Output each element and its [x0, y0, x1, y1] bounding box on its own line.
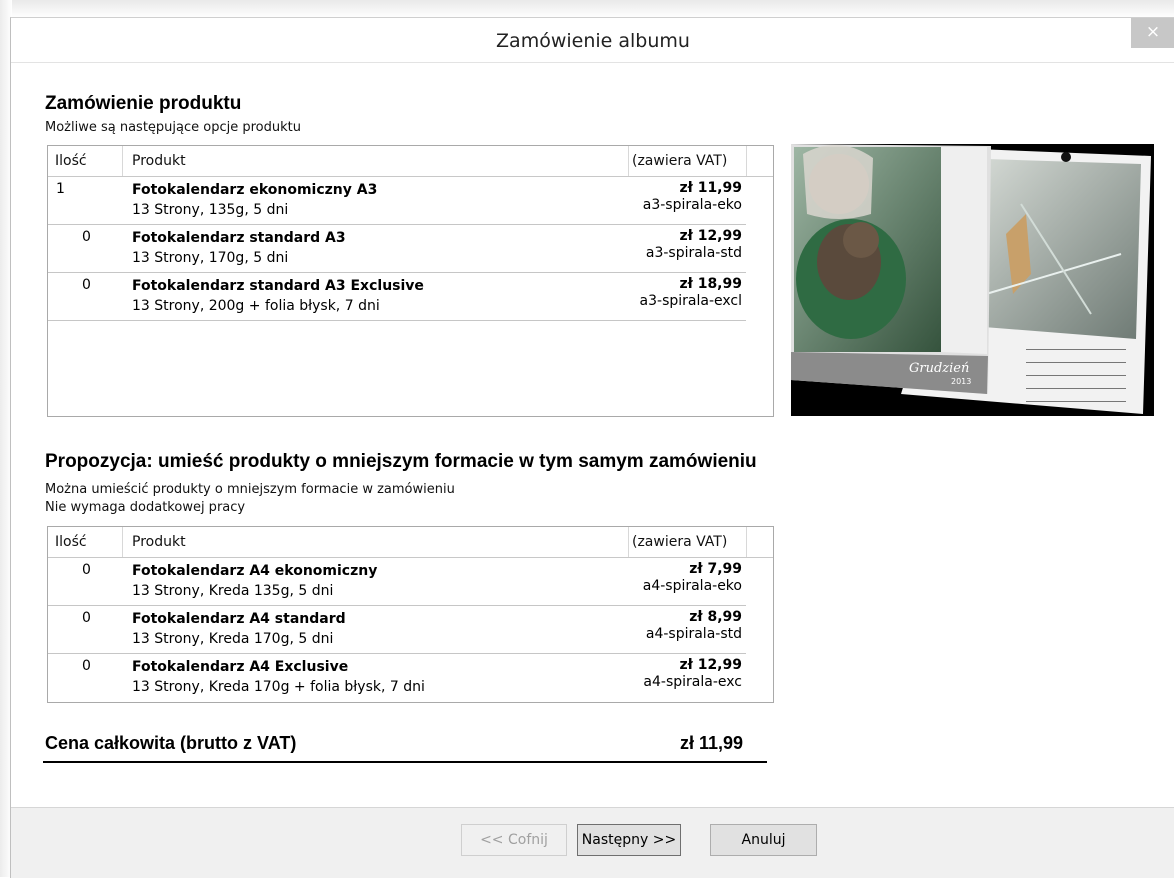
product-price: zł 12,99: [679, 657, 742, 673]
product-desc: 13 Strony, Kreda 170g + folia błysk, 7 d…: [132, 679, 425, 695]
product-name: Fotokalendarz A4 Exclusive: [132, 659, 349, 675]
proposal-line1: Można umieścić produkty o mniejszym form…: [45, 482, 455, 497]
product-code: a4-spirala-exc: [643, 674, 742, 690]
total-divider: [43, 761, 767, 763]
qty-cell[interactable]: 0: [82, 277, 91, 293]
proposal-section-title: Propozycja: umieść produkty o mniejszym …: [45, 451, 757, 472]
preview-year: 2013: [951, 377, 971, 386]
product-desc: 13 Strony, Kreda 135g, 5 dni: [132, 583, 334, 599]
table-row[interactable]: 0 Fotokalendarz A4 standard 13 Strony, K…: [48, 606, 773, 653]
close-button[interactable]: ×: [1131, 18, 1174, 48]
product-section-title: Zamówienie produktu: [45, 93, 242, 114]
product-section-subtitle: Możliwe są następujące opcje produktu: [45, 120, 301, 135]
product-price: zł 18,99: [679, 276, 742, 292]
product-price: zł 7,99: [689, 561, 742, 577]
next-button[interactable]: Następny >>: [577, 824, 681, 856]
order-dialog: Zamówienie albumu × Zamówienie produktu …: [10, 17, 1174, 878]
product-name: Fotokalendarz standard A3: [132, 230, 346, 246]
dialog-content: Zamówienie produktu Możliwe są następują…: [11, 63, 1174, 807]
table-row[interactable]: 0 Fotokalendarz standard A3 13 Strony, 1…: [48, 225, 773, 272]
product-table-header: Ilość Produkt (zawiera VAT): [48, 146, 773, 177]
product-price: zł 11,99: [679, 180, 742, 196]
product-name: Fotokalendarz A4 standard: [132, 611, 346, 627]
qty-cell[interactable]: 0: [82, 229, 91, 245]
column-header-qty[interactable]: Ilość: [55, 534, 87, 550]
column-header-product[interactable]: Produkt: [132, 534, 186, 550]
table-row[interactable]: 0 Fotokalendarz A4 ekonomiczny 13 Strony…: [48, 558, 773, 605]
product-desc: 13 Strony, 135g, 5 dni: [132, 202, 289, 218]
product-code: a3-spirala-excl: [639, 293, 742, 309]
product-desc: 13 Strony, 200g + folia błysk, 7 dni: [132, 298, 380, 314]
total-label: Cena całkowita (brutto z VAT): [45, 733, 297, 753]
qty-cell[interactable]: 0: [82, 562, 91, 578]
product-code: a3-spirala-std: [645, 245, 742, 261]
column-header-price[interactable]: (zawiera VAT): [632, 534, 727, 550]
qty-cell[interactable]: 1: [56, 181, 65, 197]
product-price: zł 8,99: [689, 609, 742, 625]
title-bar: Zamówienie albumu ×: [11, 18, 1174, 63]
proposal-table-header: Ilość Produkt (zawiera VAT): [48, 527, 773, 558]
product-desc: 13 Strony, 170g, 5 dni: [132, 250, 289, 266]
table-row[interactable]: 0 Fotokalendarz A4 Exclusive 13 Strony, …: [48, 654, 773, 701]
qty-cell[interactable]: 0: [82, 658, 91, 674]
product-code: a3-spirala-eko: [642, 197, 742, 213]
total-value: zł 11,99: [679, 733, 743, 753]
table-row[interactable]: 1 Fotokalendarz ekonomiczny A3 13 Strony…: [48, 177, 773, 224]
close-icon: ×: [1145, 22, 1161, 42]
column-header-qty[interactable]: Ilość: [55, 153, 87, 169]
product-name: Fotokalendarz A4 ekonomiczny: [132, 563, 378, 579]
column-header-product[interactable]: Produkt: [132, 153, 186, 169]
product-code: a4-spirala-std: [645, 626, 742, 642]
product-preview-image: Grudzień 2013: [791, 144, 1154, 416]
preview-month: Grudzień: [909, 361, 969, 376]
proposal-line2: Nie wymaga dodatkowej pracy: [45, 500, 246, 515]
product-table: Ilość Produkt (zawiera VAT) 1 Fotokalend…: [47, 145, 774, 417]
window-title: Zamówienie albumu: [496, 30, 690, 52]
proposal-table: Ilość Produkt (zawiera VAT) 0 Fotokalend…: [47, 526, 774, 703]
footer-divider: [11, 807, 1174, 808]
cancel-button[interactable]: Anuluj: [710, 824, 817, 856]
table-row[interactable]: 0 Fotokalendarz standard A3 Exclusive 13…: [48, 273, 773, 320]
product-desc: 13 Strony, Kreda 170g, 5 dni: [132, 631, 334, 647]
qty-cell[interactable]: 0: [82, 610, 91, 626]
product-name: Fotokalendarz ekonomiczny A3: [132, 182, 378, 198]
back-button[interactable]: << Cofnij: [461, 824, 567, 856]
calendar-preview-graphic: Grudzień 2013: [791, 144, 1151, 414]
column-header-price[interactable]: (zawiera VAT): [632, 153, 727, 169]
product-code: a4-spirala-eko: [642, 578, 742, 594]
product-name: Fotokalendarz standard A3 Exclusive: [132, 278, 424, 294]
product-price: zł 12,99: [679, 228, 742, 244]
